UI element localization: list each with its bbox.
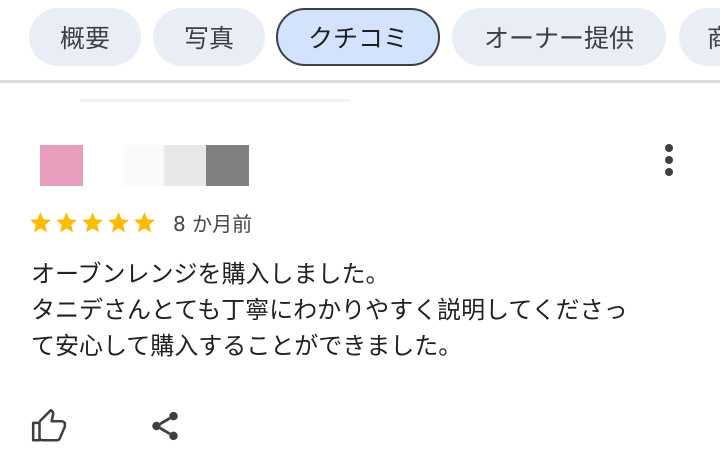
star-icon [134,211,155,232]
tab-overview[interactable]: 概要 [29,8,141,66]
review-date: 8 か月前 [173,211,253,236]
redacted-block [124,145,164,186]
star-icon [108,211,129,232]
review-text-line: オーブンレンジを購入しました。 [31,260,390,288]
thumb-up-icon [31,408,67,442]
star-rating: 8 か月前 [28,207,252,237]
like-button[interactable] [30,407,68,445]
review-text-line: タニデさんとても丁寧にわかりやすく説明してくださっ [31,296,628,324]
star-icon [30,211,51,232]
reviewer-name-redacted[interactable] [124,145,249,186]
share-icon [152,411,178,441]
tab-reviews[interactable]: クチコミ [276,8,440,66]
tab-photos[interactable]: 写真 [153,8,265,66]
faded-separator [80,99,350,102]
star-icon [82,211,103,232]
review-text-line: て安心して購入することができました。 [31,332,463,360]
tab-from-owner[interactable]: オーナー提供 [452,8,666,66]
redacted-block [206,145,249,186]
tab-divider [0,80,720,83]
more-options-button[interactable] [654,142,684,178]
share-button[interactable] [148,407,182,445]
tab-products[interactable]: 商 [679,8,720,66]
avatar[interactable] [40,145,83,186]
review-text: オーブンレンジを購入しました。 タニデさんとても丁寧にわかりやすく説明してくださ… [31,256,711,364]
stars-group [28,210,157,235]
redacted-block [164,145,206,186]
tab-bar: 概要 写真 クチコミ オーナー提供 商 [0,0,720,82]
star-icon [56,211,77,232]
